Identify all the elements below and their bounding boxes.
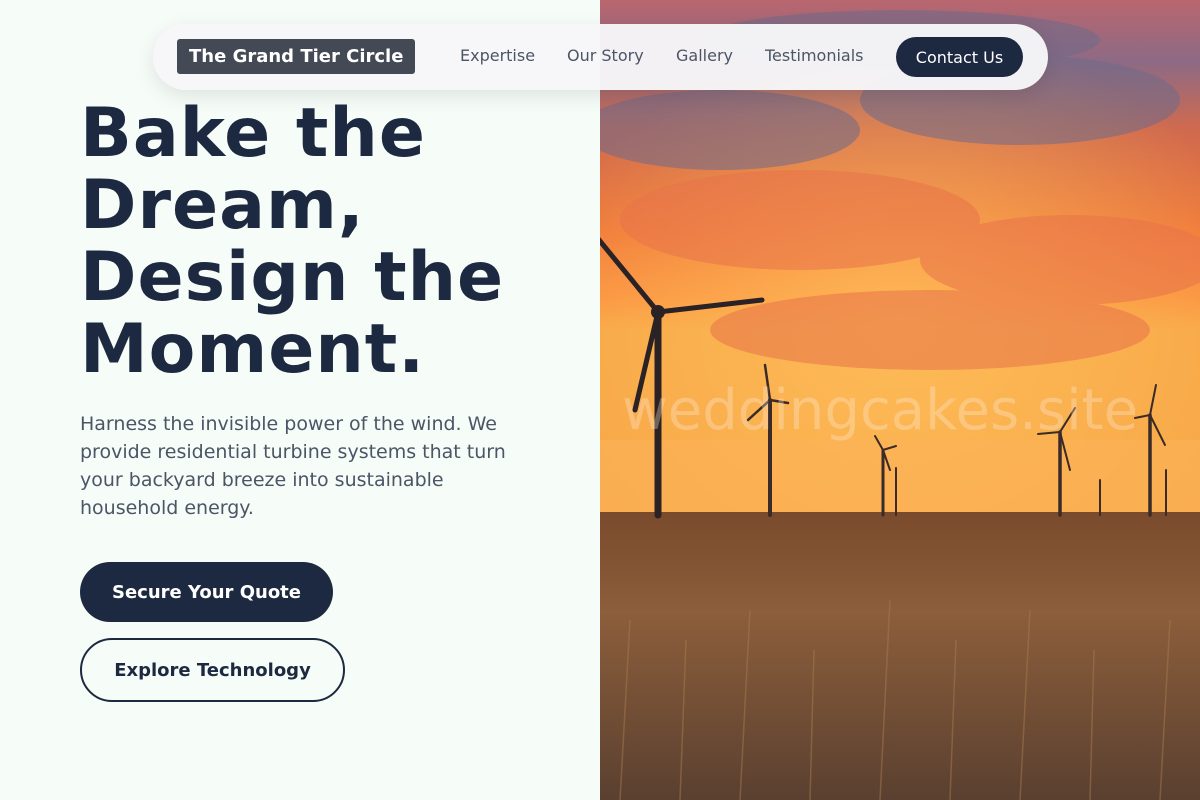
headline-line-4: Moment. — [80, 310, 426, 389]
top-navigation-bar: The Grand Tier Circle Expertise Our Stor… — [153, 24, 1048, 90]
hero-description: Harness the invisible power of the wind.… — [80, 413, 506, 519]
nav-link-expertise[interactable]: Expertise — [460, 46, 535, 65]
site-logo[interactable]: The Grand Tier Circle — [177, 39, 416, 74]
nav-link-our-story[interactable]: Our Story — [567, 46, 644, 65]
headline-line-3: Design the — [80, 238, 505, 317]
contact-us-button[interactable]: Contact Us — [896, 37, 1023, 77]
nav-link-testimonials[interactable]: Testimonials — [765, 46, 864, 65]
headline-line-1: Bake the — [80, 94, 426, 173]
watermark-text: weddingcakes.site — [622, 378, 1139, 443]
headline-line-2: Dream, — [80, 166, 365, 245]
secure-quote-button[interactable]: Secure Your Quote — [80, 562, 333, 622]
nav-link-gallery[interactable]: Gallery — [676, 46, 733, 65]
hero-headline: Bake the Dream, Design the Moment. — [80, 98, 580, 386]
hero-image-wind-turbines: weddingcakes.site — [600, 0, 1200, 800]
explore-technology-button[interactable]: Explore Technology — [80, 638, 345, 702]
